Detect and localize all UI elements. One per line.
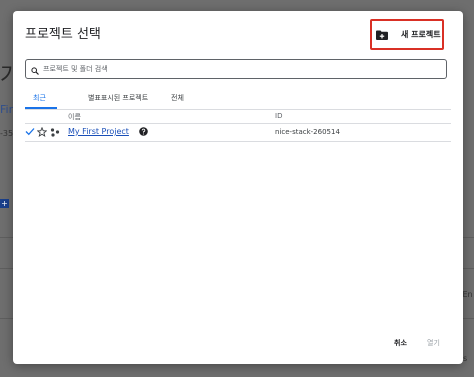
select-project-dialog: 프로젝트 선택 새 프로젝트 최근 별표표시된 프로젝트 전체 이름 ID — [13, 11, 463, 364]
tab-starred[interactable]: 별표표시된 프로젝트 — [88, 93, 148, 103]
background-number: -35 — [0, 129, 14, 138]
new-folder-icon — [376, 25, 388, 44]
open-button[interactable]: 열기 — [427, 338, 440, 348]
table-header: 이름 ID — [25, 110, 451, 124]
star-icon[interactable] — [36, 126, 48, 139]
search-input[interactable] — [43, 65, 433, 73]
project-search-box[interactable] — [25, 59, 447, 79]
check-icon — [25, 127, 35, 138]
project-id: nice-stack-260514 — [275, 128, 340, 136]
project-type-icon — [50, 127, 60, 139]
column-header-name: 이름 — [68, 113, 81, 121]
search-icon — [31, 60, 39, 79]
tab-all[interactable]: 전체 — [171, 93, 184, 103]
background-add-chip: + — [0, 199, 9, 208]
new-project-label: 새 프로젝트 — [401, 30, 441, 39]
column-header-id: ID — [275, 112, 283, 120]
table-row[interactable]: My First Project nice-stack-260514 — [25, 124, 451, 142]
active-tab-indicator — [25, 107, 57, 109]
tab-recent[interactable]: 최근 — [33, 93, 46, 103]
dialog-title: 프로젝트 선택 — [25, 27, 101, 42]
new-project-button[interactable]: 새 프로젝트 — [370, 19, 444, 50]
project-tabs: 최근 별표표시된 프로젝트 전체 — [25, 90, 451, 110]
project-name-link[interactable]: My First Project — [68, 127, 129, 136]
help-icon[interactable] — [139, 127, 148, 138]
cancel-button[interactable]: 취소 — [394, 338, 407, 348]
